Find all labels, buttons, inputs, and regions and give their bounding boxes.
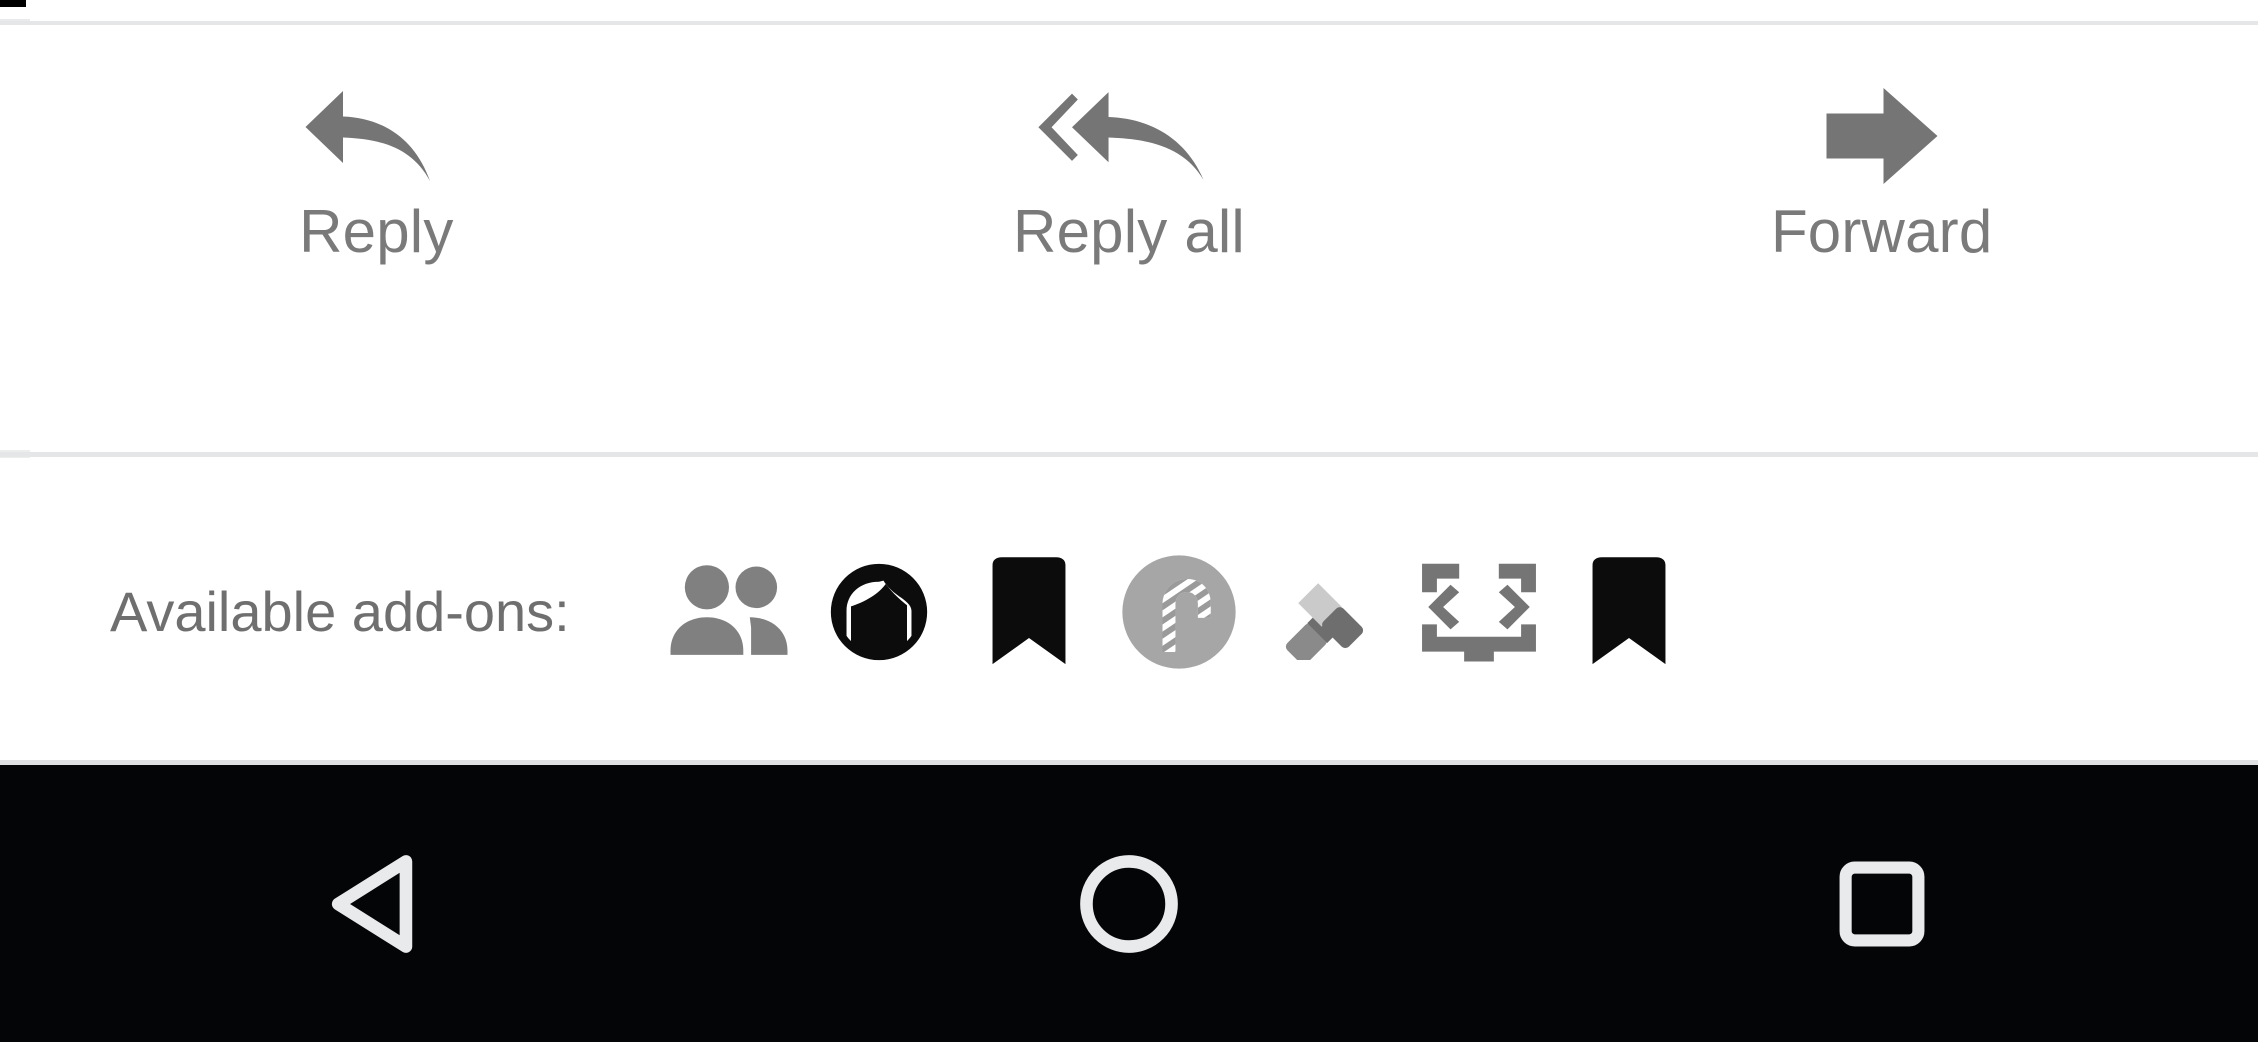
- addon-code-brackets-icon[interactable]: [1404, 537, 1554, 687]
- recents-button[interactable]: [1505, 765, 2258, 1042]
- circle-home-icon: [1077, 852, 1181, 956]
- screen-root: Reply Reply all Forward Available add-on…: [0, 0, 2258, 1042]
- reply-all-icon: [1034, 88, 1224, 184]
- triangle-back-icon: [328, 852, 424, 956]
- addons-label: Available add-ons:: [110, 579, 570, 643]
- android-navigation-bar: [0, 765, 2258, 1042]
- square-recents-icon: [1835, 857, 1929, 951]
- scrollbar-remnant: [0, 0, 26, 7]
- addons-strip[interactable]: Available add-ons:: [0, 458, 2258, 765]
- forward-label: Forward: [1770, 198, 1993, 265]
- reply-all-label: Reply all: [1013, 198, 1245, 265]
- addon-tasks-check-icon[interactable]: [1254, 537, 1404, 687]
- reply-button[interactable]: Reply: [0, 25, 753, 262]
- addon-face-avatar-icon[interactable]: [804, 537, 954, 687]
- addons-row: Available add-ons:: [0, 458, 1704, 765]
- reply-all-button[interactable]: Reply all: [753, 25, 1506, 262]
- addon-contacts-people-icon[interactable]: [654, 537, 804, 687]
- forward-button[interactable]: Forward: [1505, 25, 2258, 262]
- message-action-bar: Reply Reply all Forward: [0, 25, 2258, 455]
- addon-bookmark-icon[interactable]: [954, 537, 1104, 687]
- home-button[interactable]: [753, 765, 1506, 1042]
- reply-icon: [301, 88, 451, 184]
- back-button[interactable]: [0, 765, 753, 1042]
- forward-icon: [1817, 88, 1947, 184]
- reply-label: Reply: [299, 198, 454, 265]
- addon-candy-cane-circle-icon[interactable]: [1104, 537, 1254, 687]
- mid-divider: [0, 452, 2258, 457]
- addon-bookmark-icon[interactable]: [1554, 537, 1704, 687]
